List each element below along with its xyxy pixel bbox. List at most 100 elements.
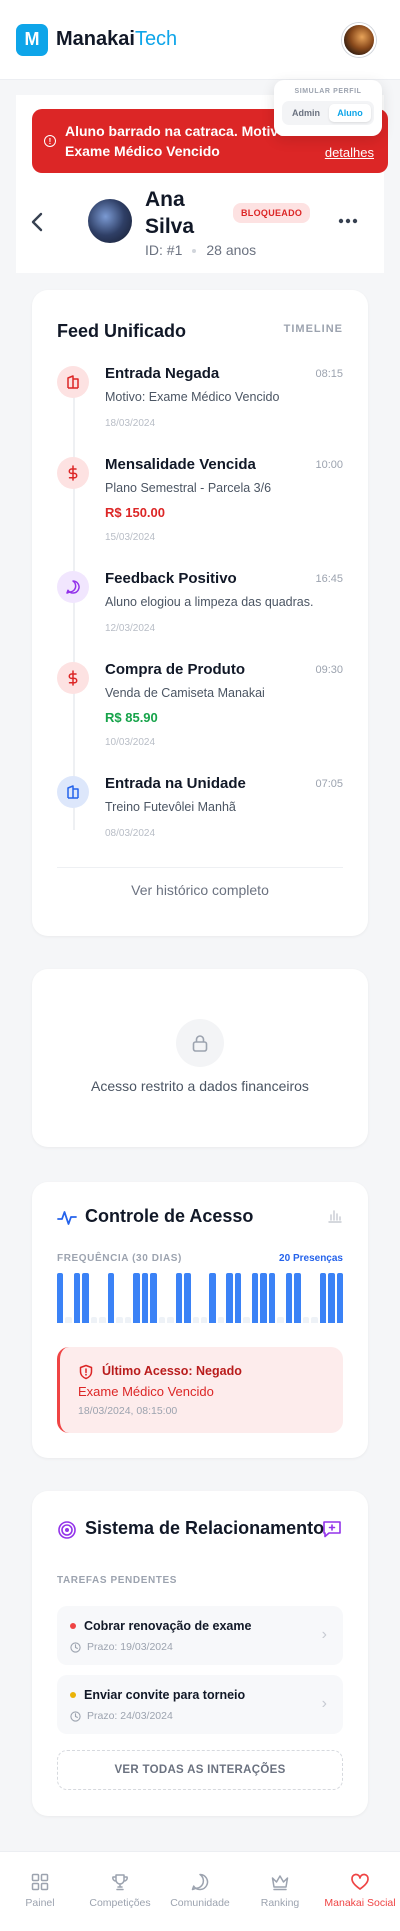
trophy-icon: [112, 1874, 128, 1891]
attendance-bar-present: [226, 1273, 233, 1323]
priority-dot: [70, 1623, 76, 1629]
attendance-bar-present: [175, 1273, 183, 1323]
timeline-title: Feedback Positivo: [105, 570, 237, 587]
task-title: Cobrar renovação de exame: [84, 1619, 252, 1633]
frequency-label: FREQUÊNCIA (30 DIAS): [57, 1253, 182, 1264]
attendance-bar-present: [294, 1273, 301, 1323]
app-header: M ManakaiTech: [0, 0, 400, 80]
brand-name: ManakaiTech: [56, 28, 177, 51]
profile-avatar: [88, 199, 132, 243]
full-history-link[interactable]: Ver histórico completo: [32, 882, 368, 898]
attendance-bar-present: [150, 1273, 157, 1323]
timeline-date: 15/03/2024: [105, 532, 156, 543]
timeline-title: Entrada Negada: [105, 365, 220, 382]
task-item[interactable]: Cobrar renovação de exame Prazo: 19/03/2…: [57, 1606, 343, 1665]
last-access-reason: Exame Médico Vencido: [78, 1384, 214, 1399]
alert-details-link[interactable]: detalhes: [325, 145, 374, 160]
access-control-card: Controle de Acesso FREQUÊNCIA (30 DIAS) …: [32, 1182, 368, 1458]
all-interactions-button[interactable]: VER TODAS AS INTERAÇÕES: [57, 1750, 343, 1790]
attendance-bar-present: [82, 1273, 89, 1323]
timeline-amount: R$ 85.90: [105, 710, 158, 725]
attendance-bar-present: [107, 1273, 115, 1323]
simulator-title: SIMULAR PERFIL: [294, 88, 362, 95]
simulator-option-admin[interactable]: Admin: [285, 104, 327, 122]
timeline-item[interactable]: Entrada na Unidade 07:05 Treino Futevôle…: [57, 775, 343, 866]
attendance-bar-present: [285, 1273, 293, 1323]
timeline-item[interactable]: Entrada Negada 08:15 Motivo: Exame Médic…: [57, 365, 343, 456]
attendance-bar-absent: [302, 1317, 310, 1323]
timeline-item[interactable]: Mensalidade Vencida 10:00 Plano Semestra…: [57, 456, 343, 547]
simulator-toggle: Admin Aluno: [282, 101, 374, 125]
timeline-time: 08:15: [315, 368, 343, 380]
attendance-bar-present: [209, 1273, 216, 1323]
attendance-bar-absent: [217, 1317, 225, 1323]
add-message-icon[interactable]: [321, 1518, 343, 1540]
turnstile-icon: [57, 366, 89, 398]
attendance-bar-absent: [201, 1317, 208, 1323]
timeline-description: Motivo: Exame Médico Vencido: [105, 390, 280, 404]
profile-simulator: SIMULAR PERFIL Admin Aluno: [274, 80, 382, 136]
nav-item-painel[interactable]: Painel: [0, 1852, 80, 1931]
nav-label: Competições: [89, 1897, 151, 1909]
timeline-time: 09:30: [315, 664, 343, 676]
attendance-bar-absent: [167, 1317, 174, 1323]
timeline-description: Aluno elogiou a limpeza das quadras.: [105, 595, 314, 609]
timeline-description: Venda de Camiseta Manakai: [105, 686, 265, 700]
nav-label: Painel: [25, 1897, 55, 1909]
timeline-title: Compra de Produto: [105, 661, 246, 678]
simulator-option-aluno[interactable]: Aluno: [329, 104, 371, 122]
attendance-bar-present: [251, 1273, 259, 1323]
crown-icon: [271, 1875, 289, 1891]
attendance-bar-present: [184, 1273, 191, 1323]
task-item[interactable]: Enviar convite para torneio Prazo: 24/03…: [57, 1675, 343, 1734]
feed-tag[interactable]: TIMELINE: [284, 323, 343, 335]
status-badge: BLOQUEADO: [233, 203, 311, 223]
attendance-bar-present: [336, 1273, 343, 1323]
more-options-button[interactable]: [338, 207, 358, 227]
nav-label: Manakai Social: [324, 1897, 396, 1909]
nav-item-comunidade[interactable]: Comunidade: [160, 1852, 240, 1931]
attendance-bar-absent: [90, 1317, 98, 1323]
restricted-message: Acesso restrito a dados financeiros: [91, 1078, 309, 1094]
back-button[interactable]: [30, 210, 44, 236]
timeline-item[interactable]: Feedback Positivo 16:45 Aluno elogiou a …: [57, 570, 343, 661]
priority-dot: [70, 1692, 76, 1698]
nav-label: Comunidade: [170, 1897, 230, 1909]
feed-card: Feed Unificado TIMELINE Entrada Negada 0…: [32, 290, 368, 936]
dashboard-icon: [31, 1873, 49, 1891]
attendance-bar-present: [133, 1273, 140, 1323]
chevron-right-icon: ›: [321, 1626, 327, 1643]
timeline-time: 07:05: [315, 778, 343, 790]
profile-name: Ana Silva: [145, 188, 195, 238]
profile-age: 28 anos: [206, 242, 257, 258]
attendance-bar-absent: [158, 1317, 166, 1323]
activity-icon: [57, 1211, 77, 1225]
timeline-title: Entrada na Unidade: [105, 775, 246, 792]
brand-primary: Manakai: [56, 28, 135, 50]
attendance-bar-present: [328, 1273, 335, 1323]
timeline-item[interactable]: Compra de Produto 09:30 Venda de Camiset…: [57, 661, 343, 752]
attendance-bar-absent: [65, 1317, 72, 1323]
access-title: Controle de Acesso: [85, 1206, 254, 1226]
relationship-card: Sistema de Relacionamento TAREFAS PENDEN…: [32, 1491, 368, 1816]
timeline-title: Mensalidade Vencida: [105, 456, 256, 473]
attendance-bar-present: [234, 1273, 242, 1323]
nav-item-ranking[interactable]: Ranking: [240, 1852, 320, 1931]
timeline-description: Plano Semestral - Parcela 3/6: [105, 481, 272, 495]
attendance-bar-absent: [277, 1317, 284, 1323]
user-avatar[interactable]: [342, 23, 376, 57]
chevron-right-icon: ›: [321, 1695, 327, 1712]
nav-item-competicoes[interactable]: Competições: [80, 1852, 160, 1931]
bar-chart-icon[interactable]: [327, 1208, 343, 1224]
target-icon: [58, 1521, 76, 1539]
chat-icon: [191, 1873, 209, 1891]
nav-item-manakai-social[interactable]: Manakai Social: [320, 1852, 400, 1931]
more-icon: [338, 218, 358, 224]
lock-icon: [176, 1019, 224, 1067]
dollar-icon: [57, 662, 89, 694]
bottom-nav: Painel Competições Comunidade Ranking Ma…: [0, 1851, 400, 1931]
task-due: Prazo: 19/03/2024: [70, 1641, 173, 1653]
attendance-bar-absent: [243, 1317, 250, 1323]
attendance-chart: [57, 1273, 343, 1323]
logo-icon: M: [16, 23, 48, 56]
